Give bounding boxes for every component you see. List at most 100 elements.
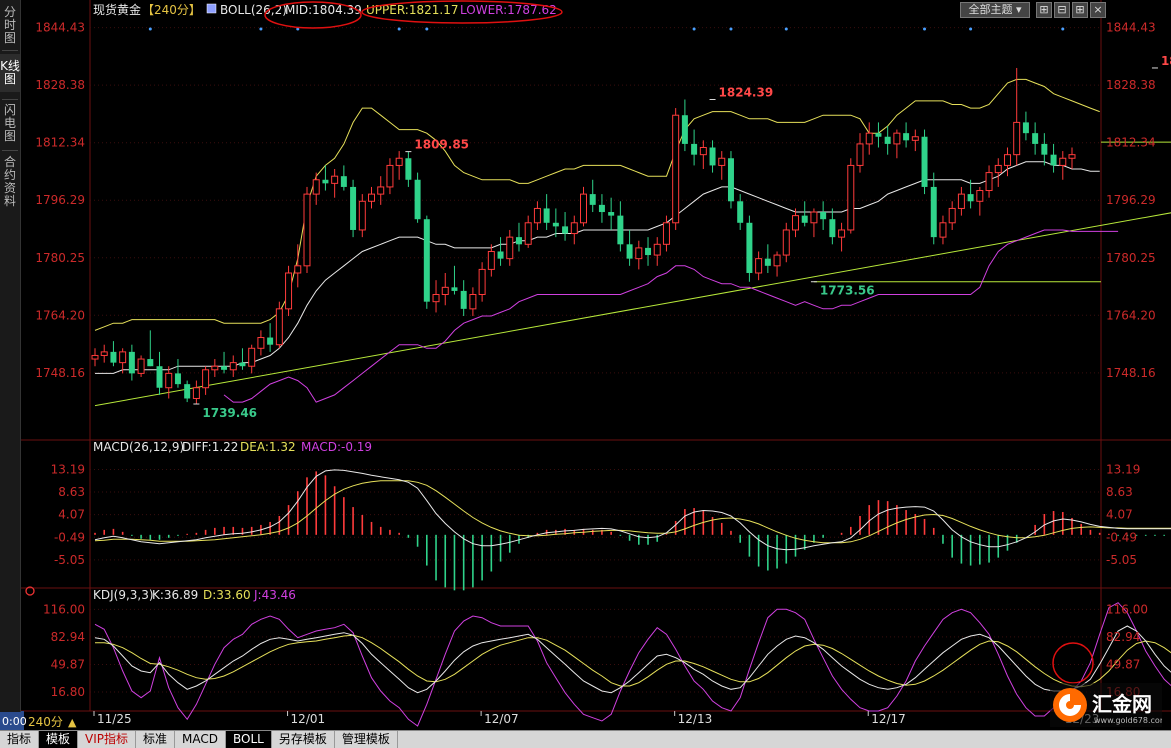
candle-body[interactable]: [608, 212, 615, 216]
candle-body[interactable]: [358, 200, 366, 231]
candle-body[interactable]: [589, 194, 596, 205]
tab-manage-templates[interactable]: 管理模板: [335, 731, 398, 748]
tab-macd[interactable]: MACD: [175, 731, 227, 748]
candle-body[interactable]: [441, 286, 449, 296]
candle-body[interactable]: [91, 354, 99, 360]
candle-body[interactable]: [791, 215, 799, 231]
candle-body[interactable]: [524, 222, 532, 245]
tab-contract-info[interactable]: 合约资料: [0, 156, 20, 208]
candle-body[interactable]: [727, 158, 734, 202]
candle-body[interactable]: [939, 222, 947, 238]
candle-body[interactable]: [515, 237, 522, 245]
candle-body[interactable]: [395, 157, 403, 166]
candle-body[interactable]: [911, 136, 919, 141]
candle-body[interactable]: [100, 351, 108, 356]
candle-body[interactable]: [893, 132, 901, 145]
candle-body[interactable]: [884, 136, 891, 144]
candle-body[interactable]: [386, 164, 394, 188]
candle-body[interactable]: [903, 133, 910, 141]
candle-body[interactable]: [635, 247, 643, 260]
split-icon[interactable]: ⊞: [1072, 2, 1088, 18]
candle-body[interactable]: [746, 222, 753, 273]
candle-body[interactable]: [285, 272, 293, 310]
tab-indicators[interactable]: 指标: [0, 731, 40, 748]
candle-body[interactable]: [460, 290, 467, 309]
candle-body[interactable]: [303, 193, 311, 267]
candle-body[interactable]: [211, 365, 219, 371]
tab-save-template[interactable]: 另存模板: [272, 731, 335, 748]
candle-body[interactable]: [543, 208, 550, 223]
candle-body[interactable]: [147, 359, 154, 367]
candle-body[interactable]: [782, 229, 790, 256]
candle-body[interactable]: [810, 211, 818, 224]
candle-body[interactable]: [110, 351, 117, 363]
candle-body[interactable]: [119, 351, 127, 364]
candle-body[interactable]: [580, 193, 587, 224]
candle-body[interactable]: [165, 372, 173, 389]
candle-body[interactable]: [350, 186, 357, 230]
candle-body[interactable]: [469, 294, 477, 310]
candle-body[interactable]: [414, 179, 421, 220]
candle-body[interactable]: [275, 308, 283, 346]
candle-body[interactable]: [645, 247, 652, 256]
candle-body[interactable]: [691, 143, 698, 155]
candle-body[interactable]: [718, 157, 726, 166]
candle-body[interactable]: [773, 254, 781, 267]
layout-icon[interactable]: ⊟: [1054, 2, 1070, 18]
candle-body[interactable]: [137, 358, 145, 374]
trendline[interactable]: [94, 192, 1171, 407]
candle-body[interactable]: [229, 362, 237, 371]
candle-body[interactable]: [709, 147, 716, 166]
tab-vip-indicators[interactable]: VIP指标: [78, 731, 137, 748]
candle-body[interactable]: [1041, 143, 1048, 155]
candle-body[interactable]: [423, 219, 430, 302]
candle-body[interactable]: [976, 190, 984, 202]
candle-body[interactable]: [865, 132, 873, 145]
candle-body[interactable]: [1068, 154, 1076, 159]
candle-body[interactable]: [368, 193, 376, 202]
tab-timeshare[interactable]: 分时图: [0, 6, 20, 45]
candle-body[interactable]: [156, 366, 163, 388]
candle-body[interactable]: [1050, 154, 1057, 166]
tab-flash[interactable]: 闪电图: [0, 104, 20, 143]
period-selector-arrow-icon[interactable]: ▲: [68, 716, 77, 729]
candle-body[interactable]: [755, 258, 763, 274]
candle-body[interactable]: [957, 193, 965, 209]
candle-body[interactable]: [921, 136, 928, 187]
candle-body[interactable]: [221, 366, 228, 370]
candle-body[interactable]: [829, 219, 836, 238]
chart-canvas[interactable]: 1739.46 1809.85 1824.39 1773.56 1833.18 1844…: [0, 0, 1171, 730]
candle-body[interactable]: [451, 287, 458, 291]
boll-color-icon[interactable]: [206, 3, 217, 14]
candle-body[interactable]: [994, 164, 1002, 174]
candle-body[interactable]: [267, 337, 274, 345]
candle-body[interactable]: [478, 268, 486, 296]
candle-body[interactable]: [764, 258, 771, 266]
candle-body[interactable]: [598, 204, 605, 213]
grid-icon[interactable]: ⊞: [1036, 2, 1052, 18]
candle-body[interactable]: [239, 362, 246, 367]
candle-body[interactable]: [192, 387, 200, 399]
period-selector[interactable]: 240分: [28, 715, 63, 729]
candle-body[interactable]: [1013, 121, 1021, 156]
candle-body[interactable]: [487, 250, 495, 270]
tab-standard[interactable]: 标准: [136, 731, 176, 748]
candle-body[interactable]: [847, 164, 855, 231]
candle-body[interactable]: [533, 207, 541, 224]
candle-body[interactable]: [202, 369, 210, 389]
candle-body[interactable]: [653, 243, 661, 256]
candle-body[interactable]: [377, 186, 385, 195]
candle-body[interactable]: [617, 215, 624, 245]
candle-body[interactable]: [838, 229, 846, 238]
candle-body[interactable]: [552, 222, 559, 227]
candle-body[interactable]: [737, 201, 744, 223]
close-icon[interactable]: ×: [1090, 2, 1106, 18]
theme-dropdown[interactable]: 全部主题 ▾: [960, 2, 1030, 18]
macd-panel[interactable]: [94, 469, 1171, 591]
candle-body[interactable]: [506, 236, 514, 260]
candle-body[interactable]: [856, 143, 864, 166]
candle-body[interactable]: [331, 175, 339, 184]
candle-body[interactable]: [570, 222, 578, 235]
candle-body[interactable]: [1059, 157, 1067, 166]
tab-kline[interactable]: K线图: [0, 54, 20, 92]
